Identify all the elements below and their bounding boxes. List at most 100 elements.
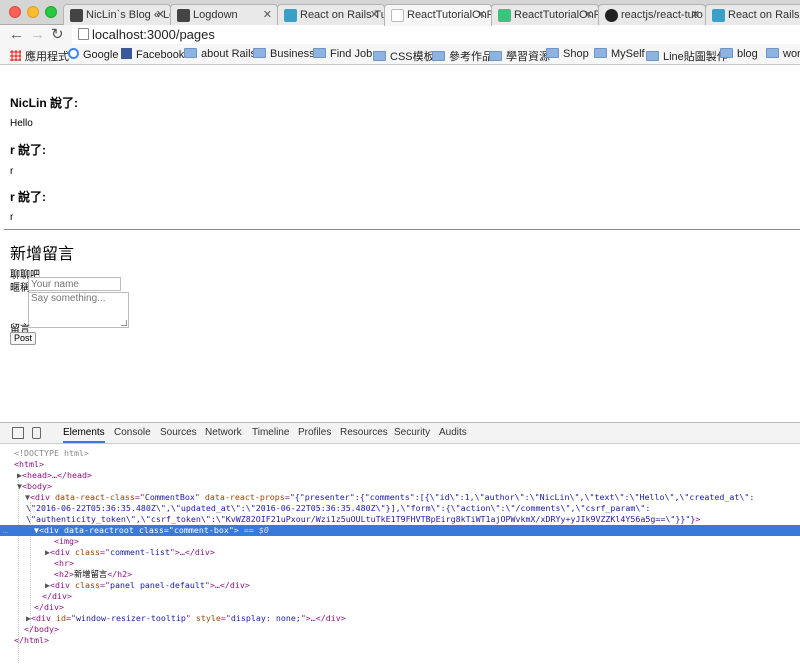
address-bar[interactable]: localhost:3000/pages — [72, 25, 800, 44]
comment-author: NicLin 說了: — [10, 94, 78, 111]
close-tab-icon[interactable]: ✕ — [691, 8, 700, 21]
bookmark-facebook[interactable]: Facebook — [121, 48, 184, 61]
bookmark-folder[interactable]: work — [766, 48, 800, 60]
collapse-triangle-icon[interactable]: ▼ — [0, 481, 22, 491]
dom-line[interactable]: <img> — [0, 536, 800, 547]
page-info-icon[interactable] — [78, 28, 89, 40]
browser-tab[interactable]: NicLin`s Blog « Lo ✕ — [63, 4, 171, 25]
tab-sources[interactable]: Sources — [160, 427, 197, 438]
bookmark-folder[interactable]: Shop — [546, 48, 589, 60]
bookmark-folder[interactable]: 參考作品 — [432, 48, 493, 64]
bookmark-label: 應用程式 — [25, 51, 69, 63]
author-name: NicLin — [10, 96, 47, 110]
bookmark-folder[interactable]: about Rails — [184, 48, 256, 60]
tab-timeline[interactable]: Timeline — [252, 427, 289, 438]
close-tab-icon[interactable]: ✕ — [584, 8, 593, 21]
tab-resources[interactable]: Resources — [340, 427, 388, 438]
tab-security[interactable]: Security — [394, 427, 430, 438]
bookmark-google[interactable]: Google — [68, 48, 118, 61]
maximize-window-button[interactable] — [45, 6, 57, 18]
close-window-button[interactable] — [9, 6, 21, 18]
dom-tag: <head>…</head> — [22, 470, 92, 480]
bookmark-apps[interactable]: 應用程式 — [10, 48, 69, 64]
name-input[interactable] — [28, 277, 121, 291]
dom-line[interactable]: ▶<div class="panel panel-default">…</div… — [0, 580, 800, 591]
devtools-panel: Elements Console Sources Network Timelin… — [0, 422, 800, 668]
logdown-favicon-icon — [177, 9, 190, 22]
resize-handle-icon[interactable] — [121, 320, 127, 326]
comment-text: r — [10, 166, 14, 177]
dom-line[interactable]: </body> — [0, 624, 800, 635]
dom-line[interactable]: </html> — [0, 635, 800, 646]
dom-tag: </div> — [34, 602, 64, 612]
dom-line[interactable]: ▶<div class="comment-list">…</div> — [0, 547, 800, 558]
bookmark-folder[interactable]: blog — [720, 48, 758, 60]
comment-author: r 說了: — [10, 188, 46, 205]
dom-line[interactable]: <h2>新增留言</h2> — [0, 569, 800, 580]
name-label: 暱稱 — [10, 283, 30, 294]
folder-icon — [184, 48, 197, 58]
dom-line[interactable]: ▼<div data-react-class="CommentBox" data… — [0, 492, 800, 503]
expand-triangle-icon[interactable]: ▶ — [0, 613, 31, 623]
browser-tab[interactable]: reactjs/react-tuto ✕ — [598, 4, 706, 25]
browser-tab[interactable]: React on Rails Tuto ✕ — [277, 4, 385, 25]
h2-text: 新增留言 — [73, 569, 108, 579]
dom-line[interactable]: </div> — [0, 591, 800, 602]
dom-line[interactable]: \"authenticity_token\",\"csrf_token\":\"… — [0, 514, 800, 525]
forward-arrow-icon[interactable]: → — [30, 26, 45, 44]
folder-icon — [720, 48, 733, 58]
close-tab-icon[interactable]: ✕ — [263, 8, 272, 21]
expand-triangle-icon[interactable]: ▶ — [0, 547, 50, 557]
folder-icon — [313, 48, 326, 58]
device-mode-icon[interactable] — [32, 427, 41, 439]
bookmark-folder[interactable]: Business — [253, 48, 315, 60]
tab-console[interactable]: Console — [114, 427, 151, 438]
minimize-window-button[interactable] — [27, 6, 39, 18]
browser-tab[interactable]: React on Rails Tuto — [705, 4, 800, 25]
bookmark-label: Business — [270, 48, 315, 60]
tab-network[interactable]: Network — [205, 427, 242, 438]
browser-tab[interactable]: ReactTutorialOnRa ✕ — [491, 4, 599, 25]
dom-line-selected[interactable]: … ▼<div data-reactroot class="comment-box… — [0, 525, 800, 536]
bookmark-folder[interactable]: CSS模板 — [373, 48, 435, 64]
bookmark-folder[interactable]: 學習資源 — [489, 48, 550, 64]
bookmark-label: Facebook — [136, 49, 185, 61]
dom-line[interactable]: <html> — [0, 459, 800, 470]
dom-tag: <img> — [54, 536, 79, 546]
post-button[interactable]: Post — [10, 332, 36, 345]
tab-elements[interactable]: Elements — [63, 427, 105, 443]
browser-tab[interactable]: Logdown ✕ — [170, 4, 278, 25]
back-arrow-icon[interactable]: ← — [9, 26, 24, 44]
page-favicon-icon — [284, 9, 297, 22]
bookmark-label: Google — [83, 49, 119, 61]
folder-icon — [432, 51, 445, 61]
bookmark-label: work — [783, 48, 800, 60]
close-tab-icon[interactable]: ✕ — [370, 8, 379, 21]
dom-line[interactable]: </div> — [0, 602, 800, 613]
dom-line[interactable]: <hr> — [0, 558, 800, 569]
reload-icon[interactable]: ↻ — [51, 26, 64, 44]
inspect-element-icon[interactable] — [12, 427, 24, 439]
expand-triangle-icon[interactable]: ▶ — [0, 470, 22, 480]
folder-icon — [546, 48, 559, 58]
devtools-tab-bar: Elements Console Sources Network Timelin… — [0, 423, 800, 444]
dom-line[interactable]: \"2016-06-22T05:36:35.480Z\",\"updated_a… — [0, 503, 800, 514]
collapse-triangle-icon[interactable]: ▼ — [0, 492, 30, 502]
bookmark-folder[interactable]: Line貼圖製作 — [646, 48, 728, 64]
bookmark-folder[interactable]: MySelf — [594, 48, 645, 60]
browser-tab-active[interactable]: ReactTutorialOnRa ✕ — [384, 4, 492, 26]
expand-triangle-icon[interactable]: ▶ — [0, 580, 50, 590]
bookmark-folder[interactable]: Find Job — [313, 48, 372, 60]
dom-line[interactable]: ▶<head>…</head> — [0, 470, 800, 481]
dom-line[interactable]: <!DOCTYPE html> — [0, 448, 800, 459]
close-tab-icon[interactable]: ✕ — [156, 8, 165, 21]
dom-line[interactable]: ▼<body> — [0, 481, 800, 492]
dom-line[interactable]: ▶<div id="window-resizer-tooltip" style=… — [0, 613, 800, 624]
bookmark-label: Line貼圖製作 — [663, 51, 728, 63]
close-tab-icon[interactable]: ✕ — [477, 8, 486, 21]
comment-textarea[interactable] — [28, 292, 129, 328]
tab-profiles[interactable]: Profiles — [298, 427, 331, 438]
bookmark-label: Shop — [563, 48, 589, 60]
more-options-icon[interactable]: … — [3, 525, 8, 536]
tab-audits[interactable]: Audits — [439, 427, 467, 438]
